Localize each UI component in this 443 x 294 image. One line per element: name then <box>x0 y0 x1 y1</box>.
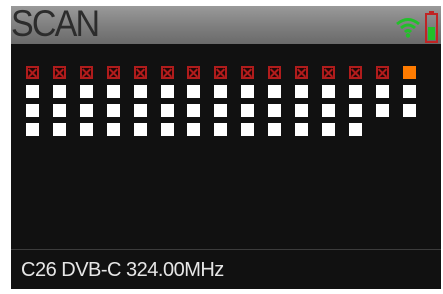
battery-low-icon <box>425 11 438 43</box>
channel-cell-failed <box>133 66 147 79</box>
channel-cell-locked <box>241 123 255 136</box>
channel-cell-locked <box>26 123 39 136</box>
channel-cell-locked <box>214 104 228 117</box>
channel-cell-failed <box>187 66 201 79</box>
channel-cell-locked <box>321 85 335 98</box>
channel-cell-locked <box>187 85 201 98</box>
channel-cell-locked <box>375 85 389 98</box>
channel-cell-locked <box>52 104 66 117</box>
channel-cell-locked <box>295 123 308 136</box>
channel-cell-locked <box>79 85 93 98</box>
channel-cell-failed <box>241 66 255 79</box>
channel-cell-failed <box>375 66 389 79</box>
channel-cell-locked <box>79 123 93 136</box>
channel-cell-locked <box>321 104 335 117</box>
channel-cell-locked <box>402 104 416 117</box>
channel-cell-locked <box>52 85 66 98</box>
channel-cell-locked <box>187 123 201 136</box>
channel-cell-failed <box>52 66 66 79</box>
channel-cell-failed <box>26 66 39 79</box>
page-title: SCAN <box>11 6 100 44</box>
channel-cell-locked <box>295 104 308 117</box>
channel-cell-failed <box>160 66 174 79</box>
channel-cell-locked <box>133 85 147 98</box>
channel-cell-failed <box>321 66 335 79</box>
channel-cell-locked <box>106 123 120 136</box>
channel-cell-locked <box>160 104 174 117</box>
channel-cell-locked <box>106 104 120 117</box>
channel-cell-locked <box>348 104 362 117</box>
channel-cell-current <box>402 66 416 79</box>
channel-cell-locked <box>133 104 147 117</box>
channel-cell-locked <box>241 85 255 98</box>
channel-status: C26 DVB-C 324.00MHz <box>21 259 224 281</box>
channel-cell-failed <box>214 66 228 79</box>
channel-cell-locked <box>348 123 362 136</box>
channel-cell-failed <box>79 66 93 79</box>
channel-cell-locked <box>321 123 335 136</box>
channel-cell-locked <box>187 104 201 117</box>
channel-cell-failed <box>295 66 308 79</box>
channel-cell-locked <box>268 85 282 98</box>
channel-cell-failed <box>348 66 362 79</box>
channel-cell-locked <box>214 85 228 98</box>
channel-cell-locked <box>402 85 416 98</box>
channel-cell-failed <box>106 66 120 79</box>
channel-cell-locked <box>26 104 39 117</box>
channel-cell-locked <box>52 123 66 136</box>
channel-cell-locked <box>268 123 282 136</box>
channel-cell-locked <box>214 123 228 136</box>
channel-cell-locked <box>79 104 93 117</box>
channel-cell-locked <box>241 104 255 117</box>
wifi-signal-icon <box>396 18 420 38</box>
divider <box>11 249 441 250</box>
channel-cell-locked <box>375 104 389 117</box>
channel-cell-locked <box>295 85 308 98</box>
scan-screen: SCAN C26 DVB-C 324.00MHz <box>11 6 441 289</box>
channel-cell-locked <box>160 123 174 136</box>
header-bar: SCAN <box>11 6 441 44</box>
channel-cell-failed <box>268 66 282 79</box>
channel-cell-locked <box>106 85 120 98</box>
channel-cell-locked <box>133 123 147 136</box>
channel-cell-locked <box>348 85 362 98</box>
channel-cell-locked <box>26 85 39 98</box>
channel-cell-locked <box>160 85 174 98</box>
channel-cell-locked <box>268 104 282 117</box>
